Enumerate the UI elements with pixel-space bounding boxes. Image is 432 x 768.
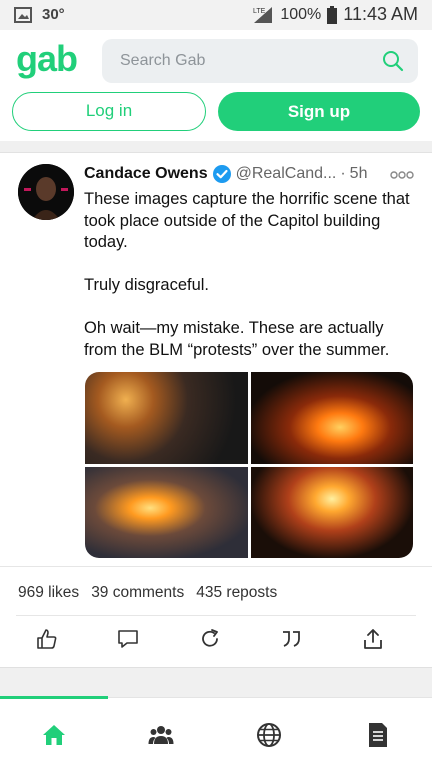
search-icon[interactable]	[382, 50, 404, 72]
post-actions	[0, 628, 432, 654]
quote-icon[interactable]	[280, 628, 302, 650]
avatar[interactable]	[18, 164, 74, 220]
news-icon[interactable]	[365, 722, 391, 748]
media-image[interactable]	[85, 466, 248, 558]
divider	[0, 566, 432, 567]
explore-icon[interactable]	[256, 722, 282, 748]
section-divider	[0, 141, 432, 153]
author-handle[interactable]: @RealCand...	[236, 165, 337, 183]
signup-button[interactable]: Sign up	[218, 92, 420, 131]
status-bar: 30° LTE 100% 11:43 AM	[0, 0, 432, 30]
post-paragraph: These images capture the horrific scene …	[84, 190, 410, 251]
active-tab-indicator	[0, 696, 108, 699]
author-name[interactable]: Candace Owens	[84, 165, 208, 183]
clock: 11:43 AM	[343, 4, 418, 24]
more-options-icon[interactable]	[390, 171, 414, 179]
media-image[interactable]	[85, 372, 248, 464]
repost-icon[interactable]	[199, 628, 221, 650]
post-stats: 969 likes 39 comments 435 reposts	[18, 584, 277, 602]
bottom-navigation	[0, 696, 432, 768]
reposts-count[interactable]: 435 reposts	[196, 584, 277, 602]
login-button[interactable]: Log in	[12, 92, 206, 131]
temperature: 30°	[42, 6, 65, 23]
media-image[interactable]	[250, 466, 413, 558]
gab-logo[interactable]: gab	[16, 38, 78, 80]
post-body: These images capture the horrific scene …	[84, 189, 418, 383]
post-paragraph: Oh wait—my mistake. These are actually f…	[84, 319, 390, 359]
battery-level: 100%	[280, 5, 322, 23]
post-paragraph: Truly disgraceful.	[84, 276, 210, 294]
home-icon[interactable]	[41, 722, 67, 748]
comment-icon[interactable]	[117, 628, 139, 650]
post-time[interactable]: 5h	[350, 165, 368, 183]
gallery-icon	[14, 6, 32, 23]
likes-count[interactable]: 969 likes	[18, 584, 79, 602]
avatar-image	[18, 164, 74, 220]
post-header: Candace Owens @RealCand... · 5h	[84, 164, 367, 184]
battery-icon	[327, 5, 338, 24]
search-input[interactable]: Search Gab	[102, 39, 418, 83]
share-icon[interactable]	[362, 628, 384, 650]
media-image[interactable]	[250, 372, 413, 464]
verified-badge-icon	[212, 165, 231, 183]
status-bar-right: LTE 100% 11:43 AM	[252, 4, 418, 25]
separator-dot: ·	[340, 165, 346, 182]
groups-icon[interactable]	[148, 722, 174, 748]
network-label: LTE	[253, 8, 266, 15]
section-divider	[0, 667, 432, 697]
post-media-grid	[85, 372, 413, 558]
signal-icon: LTE	[253, 6, 273, 23]
status-bar-left: 30°	[14, 6, 65, 23]
like-icon[interactable]	[36, 628, 58, 650]
comments-count[interactable]: 39 comments	[91, 584, 184, 602]
search-placeholder: Search Gab	[120, 52, 206, 69]
divider	[16, 615, 416, 616]
